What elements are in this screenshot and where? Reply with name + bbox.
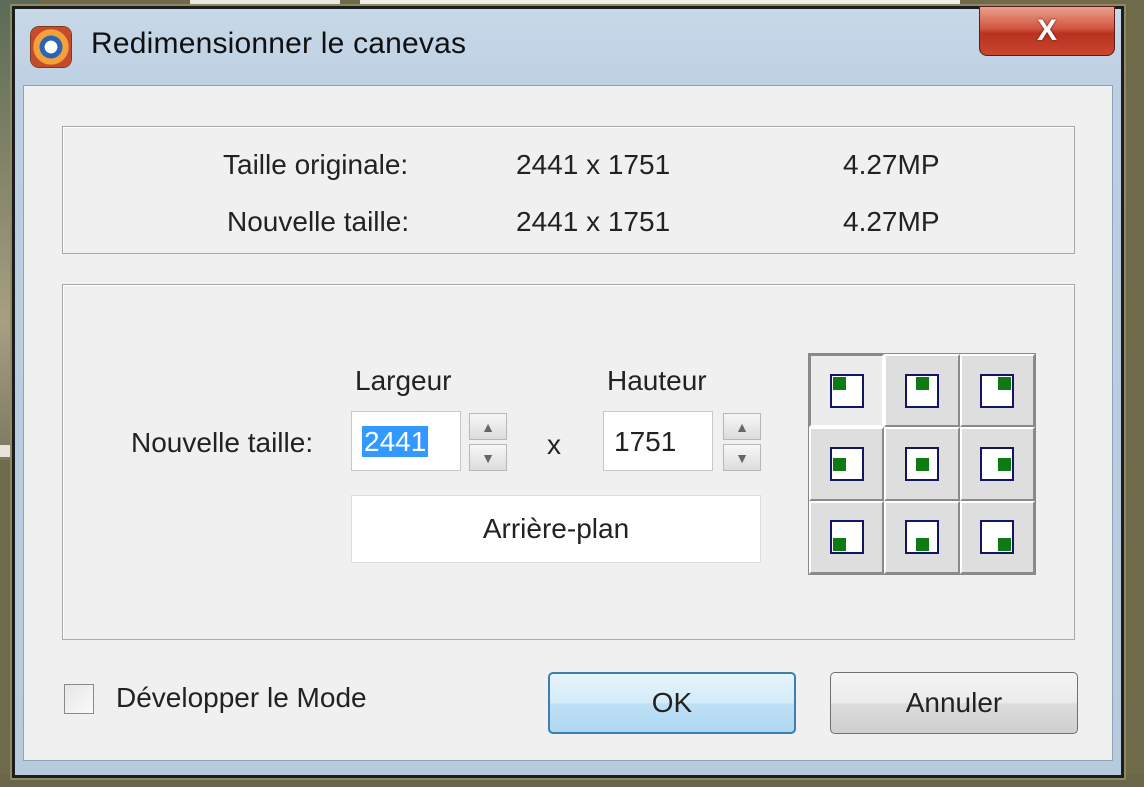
anchor-top-center[interactable] (884, 354, 960, 428)
anchor-grid (808, 353, 1036, 575)
chevron-up-icon: ▲ (481, 418, 495, 435)
size-info-group: Taille originale: 2441 x 1751 4.27MP Nou… (62, 126, 1075, 254)
new-size-mp: 4.27MP (843, 206, 940, 237)
expand-mode-checkbox[interactable] (64, 684, 94, 714)
original-size-dims: 2441 x 1751 (516, 149, 671, 180)
height-decrement-button[interactable]: ▼ (723, 444, 761, 471)
height-label: Hauteur (607, 365, 707, 396)
original-size-mp: 4.27MP (843, 149, 940, 180)
width-increment-button[interactable]: ▲ (469, 413, 507, 440)
anchor-top-right[interactable] (959, 354, 1035, 428)
anchor-center[interactable] (884, 427, 960, 501)
chevron-down-icon: ▼ (481, 449, 495, 466)
width-decrement-button[interactable]: ▼ (469, 444, 507, 471)
anchor-top-left-icon (829, 373, 864, 408)
height-spinner: ▲ ▼ (723, 413, 763, 473)
close-button[interactable]: X (979, 6, 1115, 56)
new-size-row-label: Nouvelle taille: (131, 427, 314, 458)
close-icon: X (1036, 14, 1057, 47)
anchor-bottom-right[interactable] (959, 500, 1035, 574)
background-button[interactable]: Arrière-plan (351, 495, 761, 563)
width-input[interactable]: 2441 (351, 411, 461, 471)
anchor-middle-left[interactable] (809, 427, 885, 501)
title-bar[interactable]: Redimensionner le canevas X (15, 6, 1121, 85)
resize-canvas-dialog: Redimensionner le canevas X Taille origi… (12, 6, 1124, 778)
anchor-top-left[interactable] (809, 354, 885, 428)
height-increment-button[interactable]: ▲ (723, 413, 761, 440)
width-spinner: ▲ ▼ (469, 413, 509, 473)
anchor-bottom-center-icon (904, 520, 939, 555)
anchor-middle-right[interactable] (959, 427, 1035, 501)
resize-settings-group: Largeur Hauteur Nouvelle taille: 2441 ▲ … (62, 284, 1075, 640)
times-symbol: x (547, 429, 561, 460)
anchor-bottom-center[interactable] (884, 500, 960, 574)
anchor-bottom-right-icon (980, 520, 1015, 555)
height-input[interactable]: 1751 (603, 411, 713, 471)
window-title: Redimensionner le canevas (91, 27, 467, 60)
expand-mode-label: Développer le Mode (116, 682, 367, 713)
width-label: Largeur (355, 365, 452, 396)
app-logo-icon (31, 27, 71, 67)
anchor-bottom-left-icon (829, 520, 864, 555)
anchor-center-icon (904, 446, 939, 481)
original-size-label: Taille originale: (223, 149, 409, 180)
height-value: 1751 (614, 426, 677, 457)
anchor-middle-right-icon (980, 446, 1015, 481)
chevron-down-icon: ▼ (735, 449, 749, 466)
new-size-label: Nouvelle taille: (227, 206, 410, 237)
new-size-dims: 2441 x 1751 (516, 206, 671, 237)
cancel-button[interactable]: Annuler (830, 672, 1078, 734)
chevron-up-icon: ▲ (735, 418, 749, 435)
width-value: 2441 (362, 426, 429, 457)
anchor-middle-left-icon (829, 446, 864, 481)
anchor-bottom-left[interactable] (809, 500, 885, 574)
anchor-top-right-icon (980, 373, 1015, 408)
anchor-top-center-icon (904, 373, 939, 408)
ok-button[interactable]: OK (548, 672, 796, 734)
dialog-body: Taille originale: 2441 x 1751 4.27MP Nou… (23, 85, 1113, 761)
